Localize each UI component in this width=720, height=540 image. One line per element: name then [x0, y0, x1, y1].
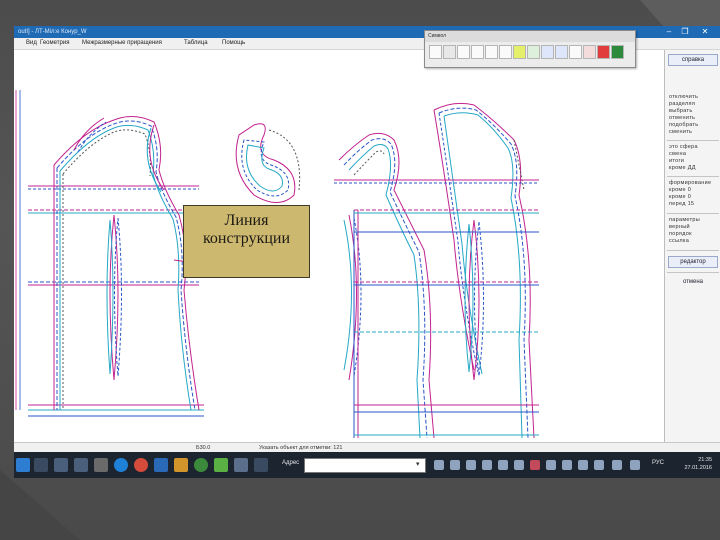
panel-section-2[interactable]: это сфера смена итоги кроме ДД [669, 144, 717, 172]
maximize-icon[interactable]: ❐ [678, 26, 692, 38]
panel-section-1[interactable]: отключить разделяя выбрать отменить подо… [669, 94, 717, 136]
zoom-icon[interactable] [555, 45, 568, 59]
system-clock[interactable]: 21:35 27.01.2016 [672, 456, 712, 472]
tray-icon[interactable] [562, 460, 572, 470]
copy-icon[interactable] [485, 45, 498, 59]
clock-date: 27.01.2016 [684, 465, 712, 471]
tray-icon[interactable] [578, 460, 588, 470]
print-icon[interactable] [457, 45, 470, 59]
panel-divider [667, 272, 719, 273]
grade-icon[interactable] [527, 45, 540, 59]
start-icon[interactable] [16, 458, 30, 472]
panel-section-4[interactable]: параметры верный порядок ссылка [669, 217, 717, 245]
window-title: outI] - ЛТ-Мiл:е Конур_W [18, 29, 87, 35]
back-bodice-piece [433, 102, 535, 439]
horizontal-construction-lines-right [334, 179, 539, 436]
tray-icon[interactable] [434, 460, 444, 470]
delete-icon[interactable] [583, 45, 596, 59]
edge-browser-icon[interactable] [114, 458, 128, 472]
right-command-panel: справка отключить разделяя выбрать отмен… [664, 50, 720, 442]
cad-app-icon[interactable] [214, 458, 228, 472]
left-bodice-piece [53, 116, 200, 411]
tool-palette: Символ [424, 30, 636, 68]
factory-icon[interactable] [94, 458, 108, 472]
tray-icon[interactable] [546, 460, 556, 470]
tray-icon[interactable] [514, 460, 524, 470]
help-button[interactable]: справка [668, 54, 718, 66]
measure-icon[interactable] [513, 45, 526, 59]
callout-box: Линия конструкции [183, 205, 310, 278]
drawing-canvas[interactable] [14, 50, 664, 442]
apps-icon[interactable] [74, 458, 88, 472]
address-input[interactable] [304, 458, 426, 473]
misc-app-icon[interactable] [254, 458, 268, 472]
language-indicator[interactable]: РУС [652, 460, 664, 466]
menu-item-geometry[interactable]: Геометрия [40, 38, 69, 49]
tray-icon[interactable] [450, 460, 460, 470]
stop-icon[interactable] [597, 45, 610, 59]
chrome-icon[interactable] [134, 458, 148, 472]
minimize-icon[interactable]: – [662, 26, 676, 38]
paste-icon[interactable] [499, 45, 512, 59]
chevron-down-icon[interactable]: ▾ [416, 458, 420, 471]
green-app-icon[interactable] [194, 458, 208, 472]
menu-item-grading[interactable]: Межразмерные приращения [82, 38, 162, 49]
address-label: Адрес [282, 460, 300, 466]
panel-section-3[interactable]: формирование кроме 0 кроме 0 перед 15 [669, 180, 717, 208]
word-icon[interactable] [154, 458, 168, 472]
open-icon[interactable] [429, 45, 442, 59]
save-icon[interactable] [443, 45, 456, 59]
task-view-icon[interactable] [34, 458, 48, 472]
menu-item-table[interactable]: Таблица [184, 38, 208, 49]
close-icon[interactable]: ✕ [698, 26, 712, 38]
editor-button[interactable]: редактор [668, 256, 718, 268]
panel-divider [667, 140, 719, 141]
taskbar: Адрес ▾ РУС 21:35 27.01.2016 [14, 452, 720, 478]
tray-icon[interactable] [466, 460, 476, 470]
panel-divider [667, 213, 719, 214]
explorer-icon[interactable] [234, 458, 248, 472]
store-icon[interactable] [54, 458, 68, 472]
dimension-icon[interactable] [569, 45, 582, 59]
tray-icon[interactable] [498, 460, 508, 470]
volume-icon[interactable] [612, 460, 622, 470]
run-icon[interactable] [611, 45, 624, 59]
battery-icon[interactable] [630, 460, 640, 470]
callout-text: Линия конструкции [202, 212, 291, 247]
cancel-button[interactable]: отмена [668, 276, 718, 288]
menu-item-help[interactable]: Помощь [222, 38, 245, 49]
menu-item-view[interactable]: Вид [26, 38, 37, 49]
center-bodice-piece [338, 132, 435, 439]
tray-icon[interactable] [530, 460, 540, 470]
clock-time: 21:35 [698, 457, 712, 463]
sleeve-cap-piece [235, 123, 301, 203]
panel-divider [667, 176, 719, 177]
network-icon[interactable] [594, 460, 604, 470]
app-puzzle-icon[interactable] [174, 458, 188, 472]
canvas-frame-lines [15, 90, 21, 410]
panel-divider [667, 250, 719, 251]
pattern-drawing [15, 90, 539, 439]
cad-application-window: outI] - ЛТ-Мiл:е Конур_W – ❐ ✕ Вид Геоме… [14, 26, 720, 478]
cut-icon[interactable] [471, 45, 484, 59]
tray-icon[interactable] [482, 460, 492, 470]
palette-title[interactable]: Символ [425, 31, 635, 42]
scale-icon[interactable] [541, 45, 554, 59]
